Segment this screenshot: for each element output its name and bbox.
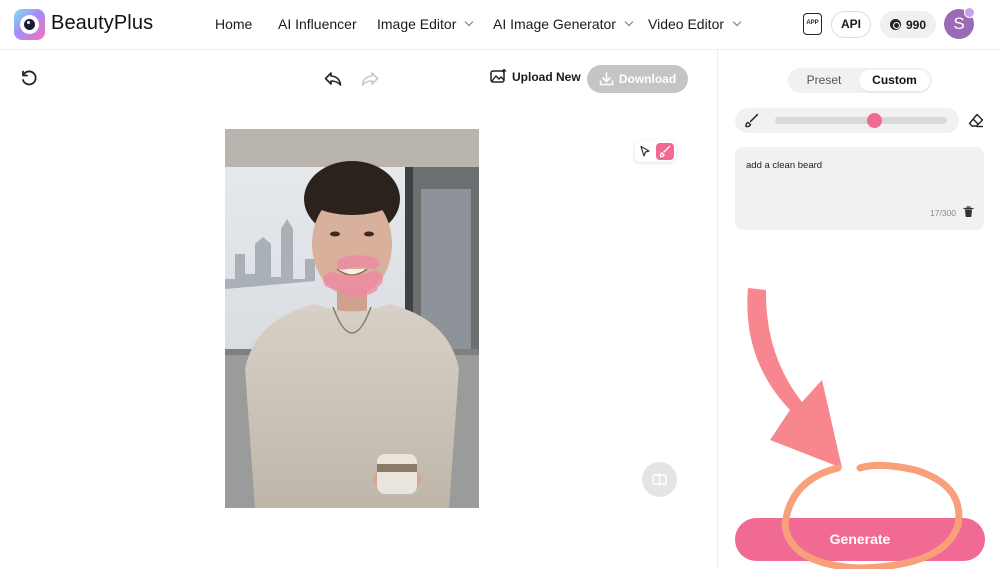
reset-icon[interactable] <box>20 70 38 88</box>
generate-button[interactable]: Generate <box>735 518 985 561</box>
download-icon <box>599 72 614 86</box>
brush-size-slider[interactable] <box>775 117 947 124</box>
nav-video-editor[interactable]: Video Editor <box>648 16 742 32</box>
credits-button[interactable]: 990 <box>880 11 936 38</box>
eraser-icon[interactable] <box>968 113 984 128</box>
chevron-down-icon <box>465 17 474 27</box>
brand-name[interactable]: BeautyPlus <box>51 12 153 35</box>
nav-ai-influencer[interactable]: AI Influencer <box>278 16 357 32</box>
brush-tool-button[interactable] <box>656 143 674 160</box>
portrait-image <box>225 129 479 508</box>
trash-icon[interactable] <box>963 206 974 218</box>
top-header: BeautyPlus Home AI Influencer Image Edit… <box>0 0 1000 50</box>
avatar-badge <box>964 7 975 18</box>
logo-eye-icon <box>20 15 39 34</box>
compare-icon <box>652 473 667 486</box>
nav-image-editor[interactable]: Image Editor <box>377 16 474 32</box>
upload-new-button[interactable]: Upload New <box>490 69 581 84</box>
app-download-icon[interactable]: APP <box>803 13 822 35</box>
brush-icon[interactable] <box>744 113 759 128</box>
undo-icon[interactable] <box>324 71 342 87</box>
beautyplus-logo[interactable] <box>14 9 45 40</box>
canvas-tool-switcher <box>635 141 676 162</box>
api-button[interactable]: API <box>831 11 871 38</box>
prompt-char-count: 17/300 <box>930 208 956 218</box>
brush-icon <box>659 145 671 158</box>
tab-custom[interactable]: Custom <box>859 70 930 91</box>
credits-count: 990 <box>905 17 927 32</box>
download-button[interactable]: Download <box>587 65 688 93</box>
image-upload-icon <box>490 69 507 83</box>
prompt-text[interactable]: add a clean beard <box>746 160 822 171</box>
compare-button[interactable] <box>642 462 677 497</box>
select-cursor-icon[interactable] <box>639 145 652 158</box>
coin-icon <box>889 19 901 30</box>
edit-photo[interactable] <box>225 129 479 508</box>
chevron-down-icon <box>732 17 742 27</box>
nav-ai-image-generator[interactable]: AI Image Generator <box>493 16 634 32</box>
redo-icon[interactable] <box>361 71 379 87</box>
nav-home[interactable]: Home <box>215 16 252 32</box>
chevron-down-icon <box>624 17 634 27</box>
tab-preset[interactable]: Preset <box>790 70 858 91</box>
